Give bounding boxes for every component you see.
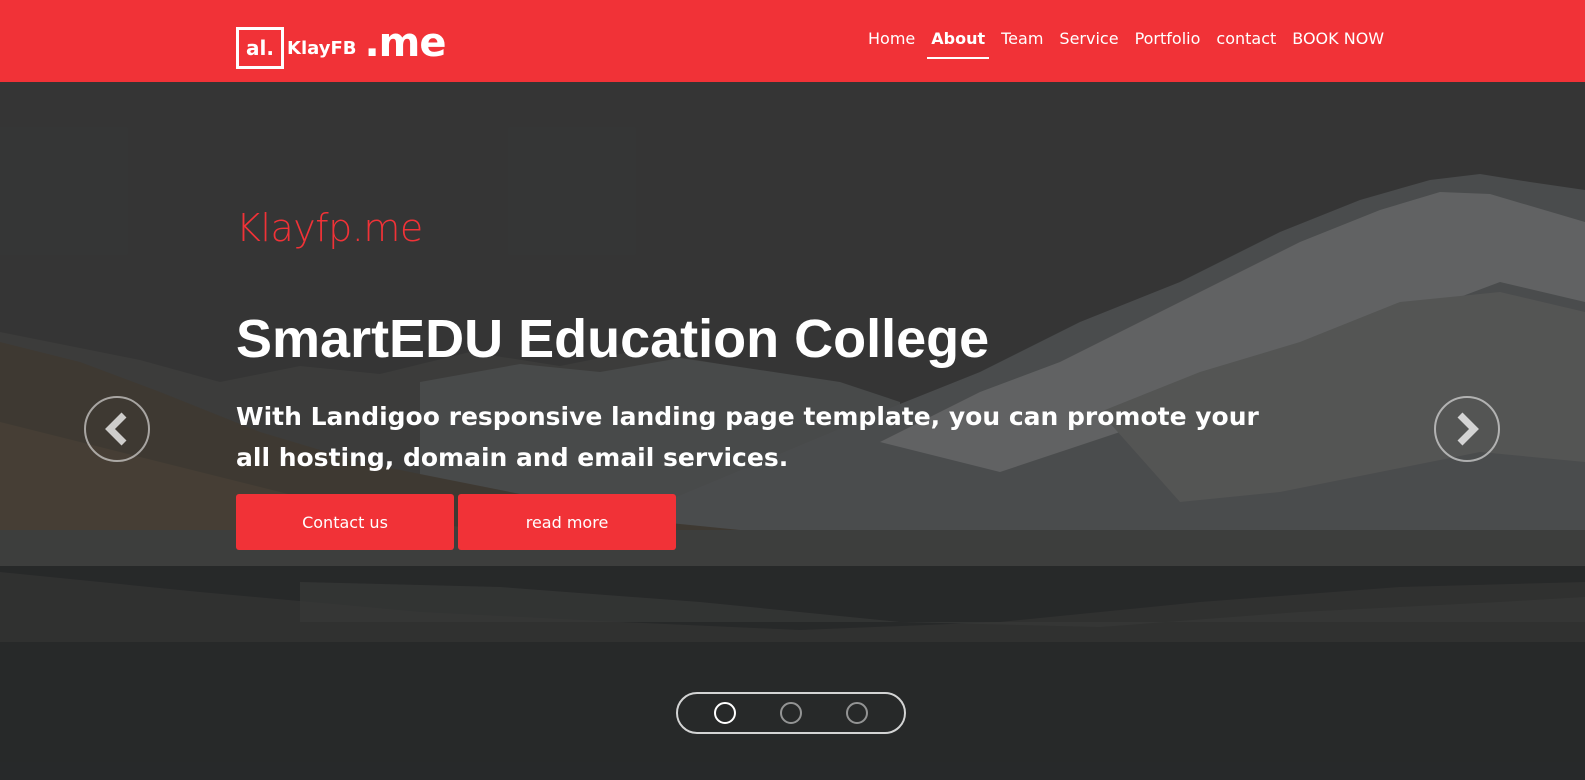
chevron-left-icon [105,412,127,446]
hero-slider: Klayfp.me SmartEDU Education College Wit… [0,82,1585,780]
slider-prev-button[interactable] [84,396,150,462]
nav-item-contact[interactable]: contact [1208,28,1284,60]
page: al. KlayFB .me Home About Team Service P… [0,0,1585,780]
slider-dot-1[interactable] [714,702,736,724]
contact-us-button[interactable]: Contact us [236,494,454,550]
nav-item-home[interactable]: Home [866,28,923,60]
hero-subtitle: With Landigoo responsive landing page te… [236,402,1259,472]
logo-name: KlayFB [287,38,357,59]
main-nav: Home About Team Service Portfolio contac… [866,28,1392,60]
hero-kicker: Klayfp.me [236,206,423,250]
slider-pagination [676,692,906,734]
slider-next-button[interactable] [1434,396,1500,462]
chevron-right-icon [1457,412,1479,446]
site-logo[interactable]: al. KlayFB .me [236,20,446,70]
nav-item-team[interactable]: Team [993,28,1051,60]
logo-tld: .me [364,20,446,66]
nav-item-book-now[interactable]: BOOK NOW [1284,28,1392,60]
logo-box-text: al. [246,36,274,60]
logo-box: al. [236,27,284,69]
slider-dot-2[interactable] [780,702,802,724]
nav-item-service[interactable]: Service [1051,28,1126,60]
slider-dot-3[interactable] [846,702,868,724]
nav-item-about[interactable]: About [923,28,993,60]
hero-title: SmartEDU Education College [236,309,990,369]
site-header: al. KlayFB .me Home About Team Service P… [0,0,1585,82]
read-more-button[interactable]: read more [458,494,676,550]
nav-item-portfolio[interactable]: Portfolio [1127,28,1209,60]
